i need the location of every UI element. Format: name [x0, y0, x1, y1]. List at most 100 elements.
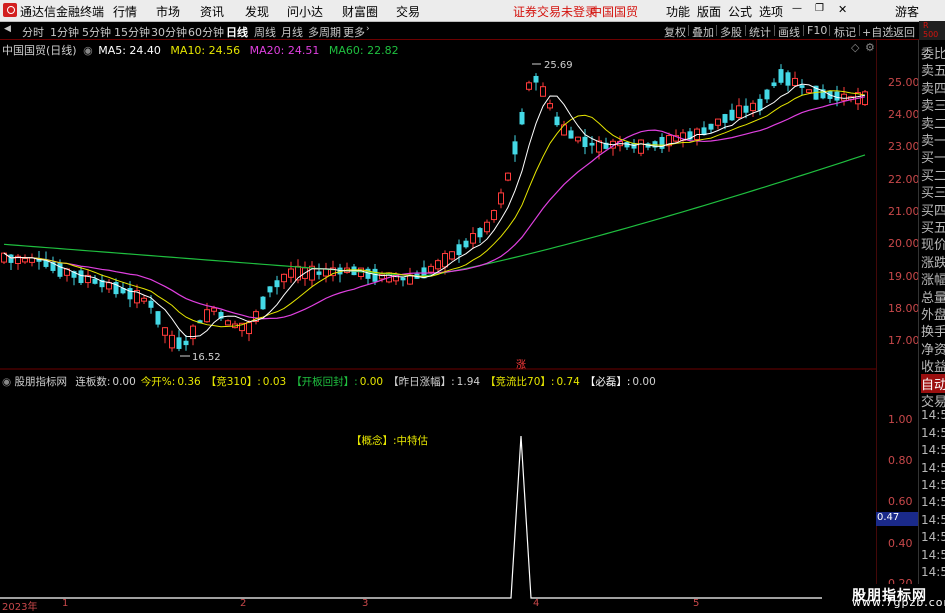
menu-ask-xiaoda[interactable]: 问小达 — [287, 3, 323, 20]
side-panel-item[interactable]: 14:5 — [921, 548, 945, 562]
candle-body — [162, 327, 168, 336]
tool-statistics[interactable]: 统计 — [749, 24, 771, 40]
ind-tick-060: 0.60 — [888, 495, 913, 508]
minimize-icon[interactable]: — — [792, 3, 802, 14]
side-panel-item: 买五 — [921, 221, 945, 236]
prev-arrow-icon[interactable]: ◀ — [4, 24, 11, 34]
guest-user[interactable]: 游客 — [895, 3, 919, 20]
side-panel-item: 涨跌 — [921, 255, 945, 271]
tool-multi-stock[interactable]: 多股 — [720, 24, 742, 40]
candle-body — [589, 142, 595, 146]
menu-function[interactable]: 功能 — [666, 3, 690, 20]
candle-body — [533, 75, 539, 83]
side-panel-item: 卖三 — [921, 99, 945, 115]
side-panel-item: 买三 — [921, 186, 945, 202]
tool-add-watchlist[interactable]: +自选 — [862, 24, 893, 40]
menu-discover[interactable]: 发现 — [245, 3, 269, 20]
candle-body — [211, 307, 217, 312]
restore-icon[interactable]: ❐ — [815, 3, 824, 14]
candle-body — [750, 102, 756, 112]
side-panel-item[interactable]: 14:5 — [921, 530, 945, 544]
tool-f10[interactable]: F10 — [807, 24, 827, 37]
period-5min[interactable]: 5分钟 — [82, 24, 111, 40]
candle-body — [638, 139, 644, 154]
candle-body — [183, 340, 189, 346]
price-scale: 25.00 24.00 23.00 22.00 21.00 20.00 19.0… — [876, 40, 920, 600]
candle-body — [400, 277, 406, 281]
side-panel-item[interactable]: 自动 — [921, 373, 945, 393]
indicator-field-label: 【必磊】: — [584, 376, 631, 388]
ma60-line — [3, 154, 866, 277]
side-panel-item[interactable]: 14:5 — [921, 565, 945, 579]
candle-body — [841, 93, 847, 101]
y-tick-24: 24.00 — [888, 108, 920, 121]
more-chevron-icon[interactable]: › — [366, 24, 370, 34]
low-price-label: 16.52 — [192, 352, 221, 363]
side-panel-item[interactable]: 14:5 — [921, 478, 945, 492]
menu-layout[interactable]: 版面 — [697, 3, 721, 20]
period-timeshare[interactable]: 分时 — [22, 24, 44, 40]
side-panel-item[interactable]: 14:5 — [921, 443, 945, 457]
tool-restore-rights[interactable]: 复权 — [664, 24, 686, 40]
candle-body — [785, 72, 791, 86]
candle-body — [246, 322, 252, 335]
period-more[interactable]: 更多 — [343, 24, 365, 40]
side-panel-item: 买四 — [921, 203, 945, 219]
candle-body — [428, 265, 434, 273]
indicator-field-value: 0.00 — [632, 376, 656, 388]
candle-body — [449, 251, 455, 260]
period-multi[interactable]: 多周期 — [308, 24, 341, 40]
tool-overlay[interactable]: 叠加 — [692, 24, 714, 40]
period-1min[interactable]: 1分钟 — [50, 24, 79, 40]
menu-wealth-circle[interactable]: 财富圈 — [342, 3, 378, 20]
candle-body — [463, 240, 469, 248]
high-price-label: 25.69 — [544, 60, 573, 71]
menu-options[interactable]: 选项 — [759, 3, 783, 20]
candle-body — [477, 228, 483, 238]
side-panel-item[interactable]: 交易 — [921, 391, 945, 410]
indicator-field-value: 0.00 — [359, 376, 384, 388]
tool-back[interactable]: 返回 — [893, 24, 915, 40]
date-label-apr: 4 — [533, 598, 540, 609]
menu-market[interactable]: 市场 — [156, 3, 180, 20]
side-panel-item: 总量 — [921, 290, 945, 306]
period-30min[interactable]: 30分钟 — [151, 24, 187, 40]
side-panel-item[interactable]: 14:5 — [921, 513, 945, 527]
menu-trade[interactable]: 交易 — [396, 3, 420, 20]
period-monthly[interactable]: 月线 — [281, 24, 303, 40]
period-15min[interactable]: 15分钟 — [114, 24, 150, 40]
r500-badge[interactable]: R 500 — [919, 21, 945, 40]
candle-body — [498, 192, 504, 205]
period-60min[interactable]: 60分钟 — [188, 24, 224, 40]
candle-body — [456, 244, 462, 256]
menu-formula[interactable]: 公式 — [728, 3, 752, 20]
indicator-settings-icon[interactable]: ◉ — [2, 376, 11, 388]
trade-login-warning[interactable]: 证券交易未登录 — [513, 3, 597, 20]
candle-body — [267, 286, 273, 293]
candle-body — [519, 111, 525, 125]
candle-body — [806, 89, 812, 93]
indicator-chart[interactable] — [0, 388, 876, 600]
date-label-jan: 1 — [62, 598, 69, 609]
period-weekly[interactable]: 周线 — [254, 24, 276, 40]
tool-draw-line[interactable]: 画线 — [778, 24, 800, 40]
side-panel-item[interactable]: 14:5 — [921, 408, 945, 422]
menu-bar: 通达信金融终端 行情 市场 资讯 发现 问小达 财富圈 交易 证券交易未登录 中… — [0, 0, 945, 22]
side-panel-item[interactable]: 14:5 — [921, 495, 945, 509]
menu-news[interactable]: 资讯 — [200, 3, 224, 20]
menu-quotes[interactable]: 行情 — [113, 3, 137, 20]
side-panel-item[interactable]: 14:5 — [921, 461, 945, 475]
indicator-field-value: 0.36 — [177, 376, 201, 388]
side-panel-item: 卖四 — [921, 81, 945, 97]
period-daily[interactable]: 日线 — [226, 24, 248, 40]
close-icon[interactable]: ✕ — [838, 3, 847, 16]
side-panel-item[interactable]: 14:5 — [921, 426, 945, 440]
y-tick-23: 23.00 — [888, 140, 920, 153]
candle-body — [757, 98, 763, 111]
candle-body — [176, 337, 182, 349]
y-tick-17: 17.00 — [888, 334, 920, 347]
side-panel-item: 涨幅 — [921, 273, 945, 289]
app-logo-icon — [3, 3, 17, 17]
candlestick-chart[interactable]: 25.69 16.52 涨 — [0, 40, 876, 370]
tool-mark[interactable]: 标记 — [834, 24, 856, 40]
